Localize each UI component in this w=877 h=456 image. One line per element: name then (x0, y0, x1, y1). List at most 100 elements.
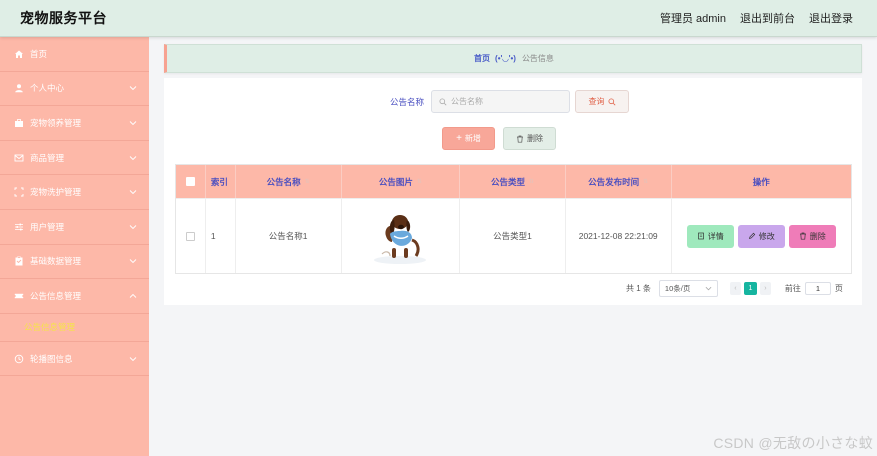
header-ops: 操作 (672, 165, 851, 198)
select-all-checkbox[interactable] (185, 177, 195, 186)
cell-index: 1 (206, 199, 236, 273)
query-button[interactable]: 查询 (575, 90, 630, 113)
breadcrumb-emoticon: (•'◡'•) (495, 54, 516, 63)
sidebar-item-label: 基础数据管理 (30, 256, 82, 267)
sidebar-item-label: 用户管理 (30, 221, 65, 232)
briefcase-icon (14, 118, 24, 128)
sidebar: 首页 个人中心 宠物领养管理 商品管理 宠物洗护管理 用户管理 基础数据管理 公… (0, 37, 149, 456)
cell-ops: 详情 修改 删除 (672, 199, 851, 273)
edit-button[interactable]: 修改 (737, 224, 785, 248)
search-placeholder: 公告名称 (451, 97, 484, 106)
breadcrumb-current: 公告信息 (521, 54, 554, 63)
pencil-icon (748, 232, 755, 240)
sidebar-item-carousel[interactable]: 轮播图信息 (0, 342, 149, 377)
sidebar-item-label: 首页 (30, 48, 48, 59)
chevron-down-icon (129, 86, 137, 91)
chevron-down-icon (129, 190, 137, 195)
sidebar-item-goods[interactable]: 商品管理 (0, 141, 149, 176)
header-index-label: 索引 (210, 176, 228, 187)
row-checkbox[interactable] (185, 231, 195, 241)
content-panel: 公告名称 公告名称 查询 + 新增 删除 索引 公告名称 ⇅ 公告图片 ⇅ 公告类型… (164, 78, 862, 305)
chevron-right-icon: › (764, 285, 767, 292)
row-delete-button[interactable]: 删除 (788, 224, 836, 248)
goto-page-input[interactable]: 1 (804, 282, 831, 295)
sidebar-item-home[interactable]: 首页 (0, 37, 149, 72)
watermark: CSDN @无敌の小さな蚊 (713, 435, 873, 451)
exit-to-frontend-link[interactable]: 退出到前台 (740, 10, 795, 26)
mail-icon (14, 153, 24, 163)
sidebar-item-label: 宠物领养管理 (30, 117, 82, 128)
cell-name: 公告名称1 (236, 199, 342, 273)
add-button[interactable]: + 新增 (442, 127, 495, 150)
page-number-current[interactable]: 1 (743, 282, 757, 295)
chevron-down-icon (129, 356, 137, 361)
sliders-icon (14, 222, 24, 232)
page-size-value: 10条/页 (664, 284, 691, 293)
sidebar-item-grooming[interactable]: 宠物洗护管理 (0, 175, 149, 210)
page-size-select[interactable]: 10条/页 (658, 280, 718, 297)
breadcrumb-home[interactable]: 首页 (474, 53, 490, 64)
sidebar-item-announcements[interactable]: 公告信息管理 (0, 279, 149, 314)
chevron-down-icon (129, 224, 137, 229)
goto-suffix: 页 (834, 284, 843, 293)
search-input[interactable]: 公告名称 (431, 90, 571, 113)
next-page-button[interactable]: › (759, 282, 771, 295)
sidebar-item-adoption[interactable]: 宠物领养管理 (0, 106, 149, 141)
cell-type: 公告类型1 (460, 199, 566, 273)
header-name-label: 公告名称 (266, 176, 301, 187)
sidebar-item-label: 个人中心 (30, 83, 65, 94)
clock-icon (14, 354, 24, 364)
sort-icon[interactable]: ⇅ (643, 178, 648, 185)
trash-icon (517, 135, 523, 143)
row-select (176, 199, 206, 273)
sidebar-item-personal-center[interactable]: 个人中心 (0, 72, 149, 107)
dog-thumbnail-image (374, 215, 427, 264)
add-button-label: 新增 (464, 134, 481, 143)
sidebar-item-label: 公告信息管理 (30, 290, 82, 301)
cell-time: 2021-12-08 22:21:09 (566, 199, 672, 273)
search-icon (439, 97, 447, 105)
sidebar-item-base-data[interactable]: 基础数据管理 (0, 245, 149, 280)
sort-icon[interactable]: ⇅ (305, 178, 310, 185)
header-image[interactable]: 公告图片 ⇅ (342, 165, 461, 198)
header-ops-label: 操作 (752, 176, 770, 187)
header-time[interactable]: 公告发布时间 ⇅ (566, 165, 672, 198)
sidebar-subitem-label: 公告信息管理 (24, 322, 76, 333)
detail-button[interactable]: 详情 (686, 224, 734, 248)
prev-page-button[interactable]: ‹ (729, 282, 741, 295)
header-select-all (176, 165, 206, 198)
batch-delete-button[interactable]: 删除 (503, 127, 556, 150)
detail-label: 详情 (707, 231, 724, 241)
total-count: 共 1 条 (626, 284, 651, 293)
header-type[interactable]: 公告类型 ⇅ (460, 165, 566, 198)
goto-label: 前往 (784, 284, 801, 293)
query-button-label: 查询 (588, 97, 605, 106)
chevron-down-icon (129, 155, 137, 160)
table-header: 索引 公告名称 ⇅ 公告图片 ⇅ 公告类型 ⇅ 公告发布时间 ⇅ 操作 (176, 165, 851, 198)
search-form: 公告名称 公告名称 查询 (390, 90, 630, 113)
sidebar-subitem-announcement-manage[interactable]: 公告信息管理 (0, 313, 149, 342)
sort-icon[interactable]: ⇅ (417, 178, 422, 185)
trash-icon (799, 232, 806, 240)
row-delete-label: 删除 (809, 231, 826, 241)
app-title: 宠物服务平台 (20, 10, 107, 26)
cell-image (342, 199, 461, 273)
current-user: 管理员 admin (659, 13, 726, 25)
document-icon (697, 232, 704, 240)
sort-icon[interactable]: ⇅ (529, 178, 534, 185)
search-label: 公告名称 (390, 96, 425, 107)
chevron-up-icon (129, 293, 137, 298)
home-icon (14, 49, 24, 59)
action-bar: + 新增 删除 (442, 127, 556, 150)
header-time-label: 公告发布时间 (588, 176, 640, 187)
scan-icon (14, 187, 24, 197)
chevron-down-icon (129, 121, 137, 126)
logout-link[interactable]: 退出登录 (809, 10, 853, 26)
edit-label: 修改 (758, 231, 775, 241)
pagination: 共 1 条 10条/页 ‹ 1 › 前往 1 页 (626, 280, 843, 297)
sidebar-item-users[interactable]: 用户管理 (0, 210, 149, 245)
table-row: 1 公告名称1 公告类型1 2021-12-08 22:21:09 详情 修改 … (176, 198, 851, 273)
header-name[interactable]: 公告名称 ⇅ (236, 165, 342, 198)
header-type-label: 公告类型 (490, 176, 525, 187)
ticket-icon (14, 291, 24, 301)
